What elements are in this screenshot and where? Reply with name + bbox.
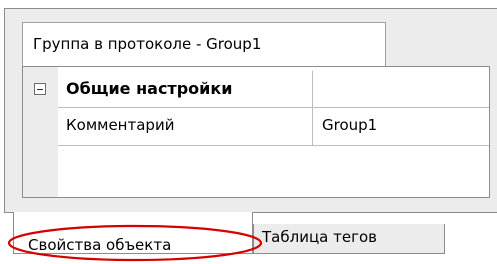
tab-object-properties-label: Свойства объекта [28,236,172,254]
tab-group-in-protocol[interactable]: Группа в протоколе - Group1 [22,22,386,66]
property-name: Комментарий [58,107,313,145]
property-value[interactable]: Group1 [313,107,489,154]
tab-label: Группа в протоколе - Group1 [33,35,262,53]
property-row-comment[interactable]: Комментарий Group1 [58,107,489,146]
property-grid: Общие настройки Комментарий Group1 [22,66,490,198]
grid-gutter [23,67,58,197]
category-label: Общие настройки [58,71,313,107]
category-row-general[interactable]: Общие настройки [58,71,489,108]
collapse-icon[interactable] [34,83,46,95]
tab-tag-table-label: Таблица тегов [262,228,377,246]
properties-panel: Группа в протоколе - Group1 Общие настро… [0,0,497,264]
tab-tag-table[interactable]: Таблица тегов [253,224,445,254]
